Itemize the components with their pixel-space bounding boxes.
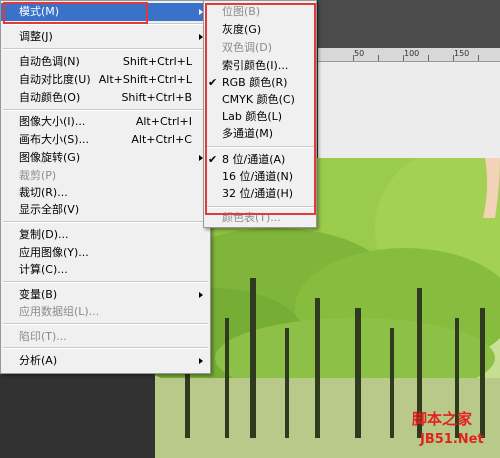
document-tab-bar bbox=[318, 0, 500, 51]
image-menu: 模式(M) 调整(J) 自动色调(N) Shift+Ctrl+L 自动对比度(U… bbox=[0, 0, 211, 374]
menu-item-duplicate[interactable]: 复制(D)... bbox=[1, 226, 210, 244]
menu-item-image-rotation[interactable]: 图像旋转(G) bbox=[1, 149, 210, 167]
menu-item-trap[interactable]: 陷印(T)... bbox=[1, 328, 210, 346]
menu-item-apply-data-set[interactable]: 应用数据组(L)... bbox=[1, 303, 210, 321]
watermark-domain: JB51.Net bbox=[420, 432, 484, 447]
canvas-blank-area bbox=[318, 62, 500, 158]
ruler-label: 50 bbox=[354, 49, 365, 58]
submenu-arrow-icon bbox=[199, 292, 203, 298]
menu-item-canvas-size[interactable]: 画布大小(S)... Alt+Ctrl+C bbox=[1, 131, 210, 149]
menu-item-adjustments[interactable]: 调整(J) bbox=[1, 28, 210, 46]
horizontal-ruler: 50 100 150 bbox=[318, 48, 500, 62]
menu-item-auto-tone[interactable]: 自动色调(N) Shift+Ctrl+L bbox=[1, 53, 210, 71]
menu-item-apply-image[interactable]: 应用图像(Y)... bbox=[1, 244, 210, 262]
menu-item-reveal-all[interactable]: 显示全部(V) bbox=[1, 201, 210, 219]
annotation-box-submenu bbox=[205, 3, 316, 215]
menu-item-image-size[interactable]: 图像大小(I)... Alt+Ctrl+I bbox=[1, 113, 210, 131]
menu-item-crop[interactable]: 裁剪(P) bbox=[1, 167, 210, 185]
annotation-box-mode bbox=[3, 2, 148, 24]
menu-item-variables[interactable]: 变量(B) bbox=[1, 286, 210, 304]
ruler-label: 100 bbox=[404, 49, 420, 58]
submenu-arrow-icon bbox=[199, 358, 203, 364]
menu-item-auto-color[interactable]: 自动颜色(O) Shift+Ctrl+B bbox=[1, 89, 210, 107]
menu-item-auto-contrast[interactable]: 自动对比度(U) Alt+Shift+Ctrl+L bbox=[1, 71, 210, 89]
ruler-label: 150 bbox=[454, 49, 470, 58]
watermark-title: 脚本之家 bbox=[412, 410, 473, 428]
menu-item-calculations[interactable]: 计算(C)... bbox=[1, 261, 210, 279]
menu-item-analysis[interactable]: 分析(A) bbox=[1, 352, 210, 370]
menu-item-trim[interactable]: 裁切(R)... bbox=[1, 184, 210, 202]
